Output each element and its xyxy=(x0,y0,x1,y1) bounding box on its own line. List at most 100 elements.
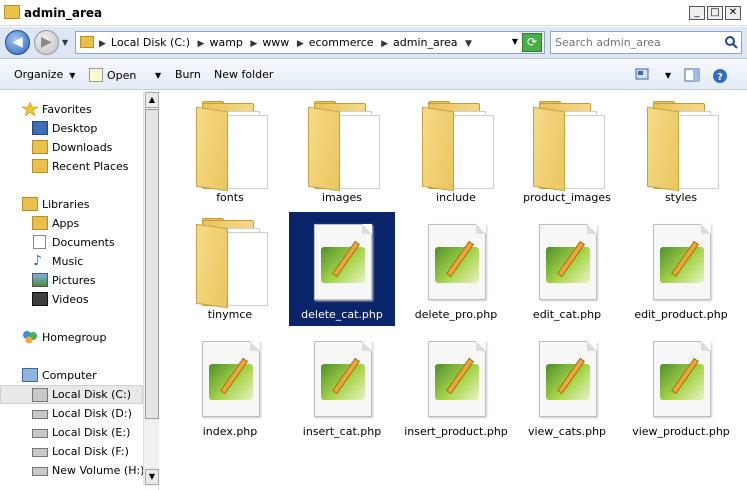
nav-documents[interactable]: Documents xyxy=(0,233,143,252)
organize-button[interactable]: Organize ▼ xyxy=(14,68,75,81)
chevron-right-icon[interactable]: ▶ xyxy=(198,39,205,49)
folder-item[interactable]: fonts xyxy=(177,95,283,209)
refresh-button[interactable]: ⟳ xyxy=(522,33,542,52)
file-item[interactable]: view_product.php xyxy=(628,329,734,443)
nav-label: Music xyxy=(52,255,84,268)
file-name: tinymce xyxy=(207,308,253,321)
file-name: product_images xyxy=(523,191,611,204)
nav-desktop[interactable]: Desktop xyxy=(0,119,143,138)
php-file-icon xyxy=(420,335,492,423)
drive-icon xyxy=(32,429,48,438)
preview-pane-icon[interactable] xyxy=(684,68,700,82)
nav-label: Favorites xyxy=(42,103,92,116)
file-name: images xyxy=(322,191,362,204)
nav-libraries[interactable]: Libraries xyxy=(0,195,143,214)
folder-icon xyxy=(194,218,268,309)
view-dropdown[interactable]: ▼ xyxy=(659,68,671,81)
breadcrumb-item[interactable]: admin_area xyxy=(393,36,458,49)
folder-item[interactable]: product_images xyxy=(514,95,620,209)
php-file-icon xyxy=(306,218,378,306)
homegroup-icon xyxy=(23,331,37,344)
help-icon[interactable]: ? xyxy=(712,68,728,84)
nav-downloads[interactable]: Downloads xyxy=(0,138,143,157)
nav-homegroup[interactable]: Homegroup xyxy=(0,328,143,347)
nav-local-disk-d[interactable]: Local Disk (D:) xyxy=(0,404,143,423)
scroll-down-button[interactable]: ▼ xyxy=(145,469,159,485)
folder-item[interactable]: images xyxy=(289,95,395,209)
nav-recent-places[interactable]: Recent Places xyxy=(0,157,143,176)
chevron-right-icon[interactable]: ▶ xyxy=(297,39,304,49)
maximize-button[interactable]: □ xyxy=(707,6,723,20)
nav-label: Recent Places xyxy=(52,160,129,173)
star-icon xyxy=(22,102,38,116)
recent-pages-dropdown[interactable]: ▼ xyxy=(62,38,68,47)
chevron-right-icon[interactable]: ▶ xyxy=(250,39,257,49)
file-item[interactable]: view_cats.php xyxy=(514,329,620,443)
breadcrumb-item[interactable]: ecommerce xyxy=(309,36,374,49)
file-name: edit_product.php xyxy=(634,308,728,321)
chevron-right-icon[interactable]: ▶ xyxy=(381,39,388,49)
close-button[interactable]: ✕ xyxy=(725,6,741,20)
nav-computer[interactable]: Computer xyxy=(0,366,143,385)
drive-icon xyxy=(32,467,48,476)
chevron-down-icon[interactable]: ▼ xyxy=(465,39,472,49)
folder-icon xyxy=(4,5,20,19)
nav-local-disk-e[interactable]: Local Disk (E:) xyxy=(0,423,143,442)
folder-item[interactable]: include xyxy=(403,95,509,209)
command-bar: Organize ▼ Open ▼ Burn New folder ▼ ? xyxy=(0,60,747,90)
breadcrumb-item[interactable]: Local Disk (C:) xyxy=(111,36,190,49)
nav-music[interactable]: ♪ Music xyxy=(0,252,143,271)
nav-pictures[interactable]: Pictures xyxy=(0,271,143,290)
search-input[interactable] xyxy=(555,35,715,50)
forward-button[interactable]: ▶ xyxy=(34,30,59,55)
breadcrumb-item[interactable]: www xyxy=(262,36,289,49)
folder-icon xyxy=(194,101,268,192)
nav-apps[interactable]: Apps xyxy=(0,214,143,233)
music-icon: ♪ xyxy=(33,253,42,269)
file-name: styles xyxy=(664,191,698,204)
nav-scrollbar[interactable]: ▲ ▼ xyxy=(143,91,159,486)
recent-places-icon xyxy=(32,159,48,173)
open-dropdown[interactable]: ▼ xyxy=(149,68,161,81)
minimize-button[interactable]: _ xyxy=(689,6,705,20)
file-item[interactable]: delete_pro.php xyxy=(403,212,509,326)
file-item[interactable]: insert_cat.php xyxy=(289,329,395,443)
address-dropdown[interactable]: ▼ xyxy=(512,37,518,46)
nav-label: Downloads xyxy=(52,141,113,154)
file-name: delete_pro.php xyxy=(414,308,498,321)
folder-icon xyxy=(80,36,94,48)
nav-new-volume-h[interactable]: New Volume (H:) xyxy=(0,461,144,480)
change-view-icon[interactable] xyxy=(635,68,649,80)
drive-icon xyxy=(32,410,48,419)
nav-local-disk-f[interactable]: Local Disk (F:) xyxy=(0,442,143,461)
file-item[interactable]: insert_product.php xyxy=(403,329,509,443)
open-button[interactable]: Open xyxy=(89,68,136,82)
file-item[interactable]: edit_cat.php xyxy=(514,212,620,326)
nav-favorites[interactable]: Favorites xyxy=(0,100,143,119)
chevron-down-icon: ▼ xyxy=(69,71,76,80)
breadcrumb-item[interactable]: wamp xyxy=(209,36,242,49)
nav-videos[interactable]: Videos xyxy=(0,290,143,309)
scroll-thumb[interactable] xyxy=(145,109,159,419)
libraries-icon xyxy=(22,197,38,211)
burn-button[interactable]: Burn xyxy=(175,68,201,81)
file-item[interactable]: delete_cat.php xyxy=(289,212,395,326)
folder-item[interactable]: tinymce xyxy=(177,212,283,326)
file-name: view_cats.php xyxy=(527,425,607,438)
file-item[interactable]: edit_product.php xyxy=(628,212,734,326)
file-item[interactable]: index.php xyxy=(177,329,283,443)
search-icon[interactable] xyxy=(724,35,738,49)
nav-label: Local Disk (C:) xyxy=(52,388,132,401)
back-button[interactable]: ◀ xyxy=(5,30,30,55)
folder-item[interactable]: styles xyxy=(628,95,734,209)
desktop-icon xyxy=(32,121,48,135)
scroll-up-button[interactable]: ▲ xyxy=(145,92,159,108)
window-title: admin_area xyxy=(24,6,103,20)
new-folder-button[interactable]: New folder xyxy=(214,68,273,81)
php-file-icon xyxy=(420,218,492,306)
drive-icon xyxy=(32,448,48,457)
nav-local-disk-c[interactable]: Local Disk (C:) xyxy=(0,385,143,404)
address-bar[interactable]: ▶ Local Disk (C:) ▶ wamp ▶ www ▶ ecommerce ▶… xyxy=(75,31,545,54)
chevron-right-icon[interactable]: ▶ xyxy=(99,39,106,49)
explorer-window: admin_area _ □ ✕ ◀ ▶ ▼ ▶ Local Disk (C:) … xyxy=(0,0,747,490)
